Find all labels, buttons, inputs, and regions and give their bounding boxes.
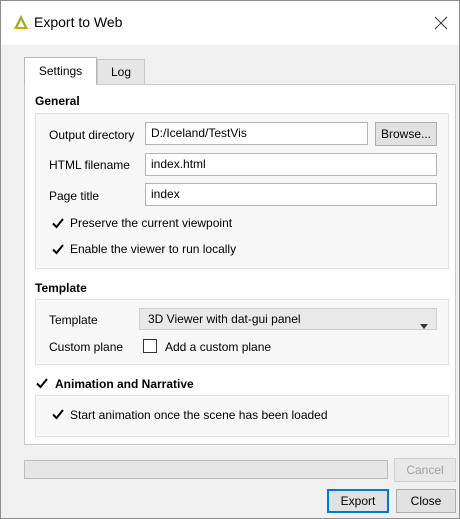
settings-pane: General Output directory D:/Iceland/Test… — [24, 84, 456, 445]
template-select-value: 3D Viewer with dat-gui panel — [148, 312, 301, 326]
page-title-input[interactable]: index — [145, 183, 437, 206]
general-section-title: General — [35, 94, 80, 108]
output-directory-label: Output directory — [49, 128, 135, 142]
qgis-triangle-icon — [13, 14, 29, 30]
export-dialog: Export to Web Settings Log General Outpu… — [0, 0, 460, 519]
tab-log[interactable]: Log — [97, 59, 145, 84]
template-section-title: Template — [35, 281, 87, 295]
tab-settings[interactable]: Settings — [24, 57, 97, 85]
animation-section-title: Animation and Narrative — [55, 377, 194, 391]
cancel-button[interactable]: Cancel — [394, 458, 456, 482]
template-select[interactable]: 3D Viewer with dat-gui panel — [139, 308, 437, 330]
export-progress-bar — [24, 460, 388, 479]
preserve-viewpoint-label: Preserve the current viewpoint — [70, 216, 233, 230]
output-directory-input[interactable]: D:/Iceland/TestVis — [145, 122, 368, 145]
add-custom-plane-label: Add a custom plane — [165, 340, 272, 354]
window-title: Export to Web — [34, 14, 123, 30]
close-window-icon[interactable] — [427, 9, 455, 37]
custom-plane-label: Custom plane — [49, 340, 124, 354]
run-locally-label: Enable the viewer to run locally — [70, 242, 237, 256]
animation-enable-checkbox[interactable] — [35, 376, 49, 390]
start-animation-checkbox[interactable] — [51, 407, 65, 421]
html-filename-input[interactable]: index.html — [145, 153, 437, 176]
add-custom-plane-checkbox[interactable] — [143, 339, 157, 353]
html-filename-label: HTML filename — [49, 158, 130, 172]
start-animation-label: Start animation once the scene has been … — [70, 408, 328, 422]
browse-button[interactable]: Browse... — [375, 122, 437, 146]
run-locally-checkbox[interactable] — [51, 242, 65, 256]
dropdown-arrow-icon — [420, 316, 428, 329]
page-title-label: Page title — [49, 189, 100, 203]
template-label: Template — [49, 313, 98, 327]
preserve-viewpoint-checkbox[interactable] — [51, 216, 65, 230]
close-button[interactable]: Close — [396, 489, 456, 513]
title-bar[interactable]: Export to Web — [1, 1, 459, 45]
export-button[interactable]: Export — [327, 489, 389, 513]
